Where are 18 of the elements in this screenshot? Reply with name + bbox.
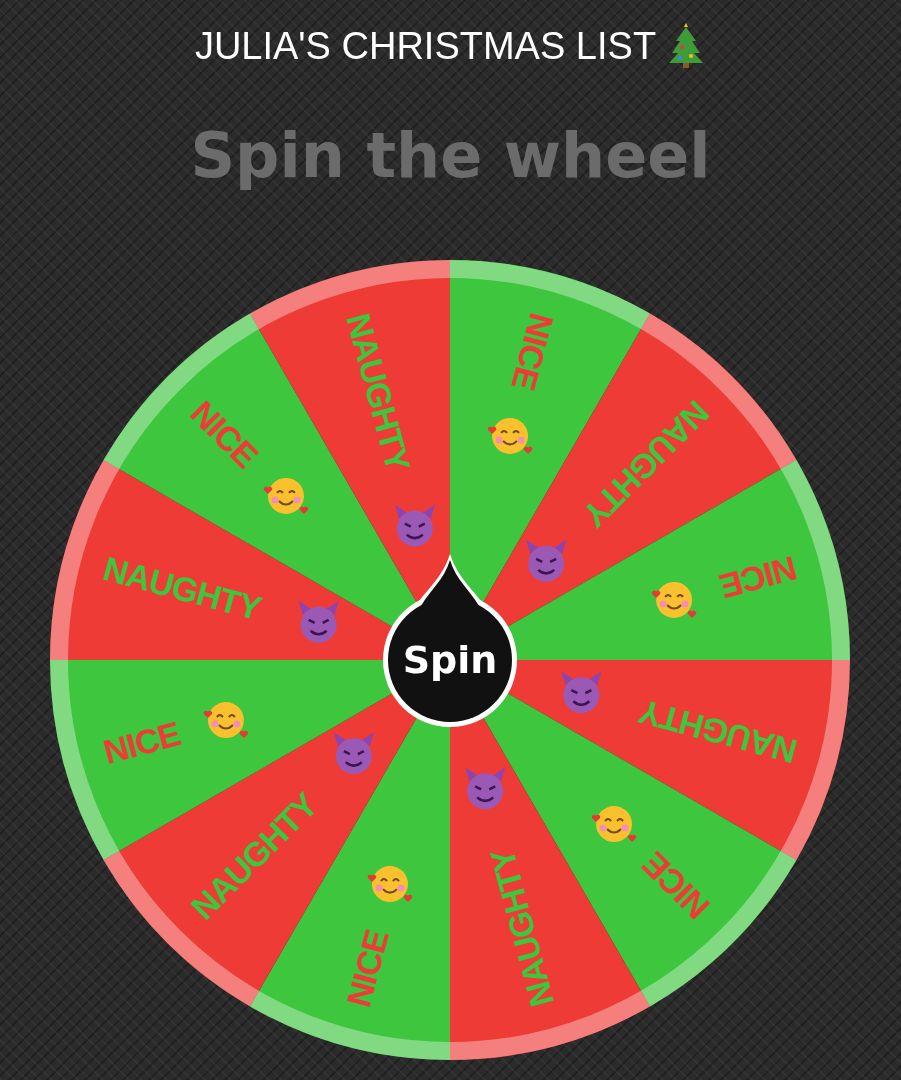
devil-face-icon bbox=[561, 671, 602, 714]
devil-face-icon bbox=[526, 539, 567, 582]
devil-face-icon bbox=[465, 767, 506, 810]
segment-label: NICE bbox=[504, 309, 561, 394]
smiling-face-icon bbox=[591, 806, 637, 843]
smiling-face-icon bbox=[263, 477, 309, 514]
smiling-face-icon bbox=[651, 581, 697, 618]
smiling-face-icon bbox=[487, 417, 533, 454]
devil-face-icon bbox=[394, 504, 435, 547]
devil-face-icon bbox=[333, 732, 374, 775]
smiling-face-icon bbox=[367, 866, 413, 903]
segment-label: NICE bbox=[99, 714, 184, 771]
segment-label: NICE bbox=[339, 926, 396, 1011]
smiling-face-icon bbox=[203, 702, 249, 739]
devil-face-icon bbox=[298, 600, 339, 643]
heading: Spin the wheel bbox=[190, 118, 711, 194]
segment-label: NICE bbox=[716, 549, 801, 606]
title: JULIA'S CHRISTMAS LIST bbox=[194, 24, 657, 68]
